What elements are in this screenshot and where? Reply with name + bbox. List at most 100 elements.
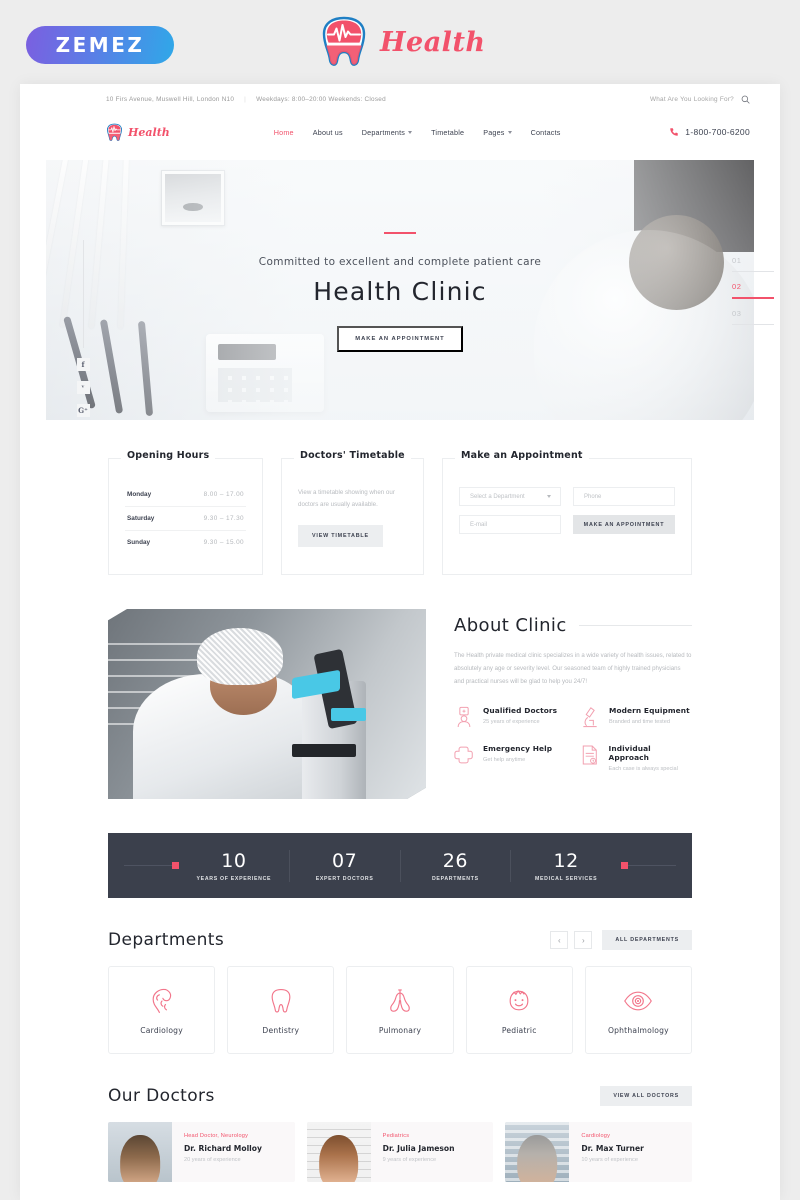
lungs-icon xyxy=(390,988,410,1012)
time-value: 9.30 – 15.00 xyxy=(203,539,244,546)
day-label: Saturday xyxy=(127,515,155,522)
feature-title: Qualified Doctors xyxy=(483,706,558,716)
feature-subtitle: 25 years of experience xyxy=(483,719,540,726)
slider-dot-01[interactable]: 01 xyxy=(732,256,774,272)
doctor-avatar xyxy=(505,1122,570,1182)
opening-hours-row: Sunday 9.30 – 15.00 xyxy=(125,531,246,554)
tooth-heartbeat-logo-icon xyxy=(107,123,122,141)
nav-label: Departments xyxy=(361,127,406,137)
feature-emergency-help: Emergency Help Get help anytime xyxy=(454,744,566,772)
feature-qualified-doctors: Qualified Doctors 25 years of experience xyxy=(454,706,566,728)
nav-item-timetable[interactable]: Timetable xyxy=(431,128,464,137)
phone-input[interactable]: Phone xyxy=(573,487,675,506)
view-all-doctors-button[interactable]: VIEW ALL DOCTORS xyxy=(600,1086,692,1106)
doctor-avatar xyxy=(108,1122,172,1182)
stat-label: YEARS OF EXPERIENCE xyxy=(196,875,272,882)
doctor-card-julia-jameson[interactable]: Pediatrics Dr. Julia Jameson 9 years of … xyxy=(306,1122,494,1182)
document-icon xyxy=(582,745,597,765)
nav-item-home[interactable]: Home xyxy=(274,128,294,137)
nav-item-contacts[interactable]: Contacts xyxy=(531,128,561,137)
twitter-icon[interactable]: ᵛ xyxy=(76,381,90,394)
doctor-icon xyxy=(457,707,471,728)
hero-accent-rule xyxy=(384,232,416,234)
department-name: Dentistry xyxy=(262,1025,300,1035)
stat-label: MEDICAL SERVICES xyxy=(534,875,598,882)
topbar-hours: Weekdays: 8:00–20:00 Weekends: Closed xyxy=(256,95,386,103)
opening-hours-row: Saturday 9.30 – 17.30 xyxy=(125,507,246,531)
doctor-avatar xyxy=(306,1122,371,1182)
doctor-experience: 20 years of experience xyxy=(184,1157,241,1163)
stat-expert-doctors: 07 EXPERT DOCTORS xyxy=(290,849,401,882)
department-card-cardiology[interactable]: Cardiology xyxy=(108,966,216,1054)
tooth-heartbeat-logo-icon xyxy=(322,16,366,66)
feature-subtitle: Each case is always special xyxy=(608,766,678,773)
doctor-card-richard-molloy[interactable]: Head Doctor, Neurology Dr. Richard Mollo… xyxy=(108,1122,295,1182)
site-logo-text: Health xyxy=(128,125,170,139)
chevron-down-icon xyxy=(507,130,512,134)
submit-appointment-button[interactable]: MAKE AN APPOINTMENT xyxy=(573,515,675,534)
nav-item-about-us[interactable]: About us xyxy=(313,128,343,137)
nav-item-pages[interactable]: Pages xyxy=(483,128,512,137)
topbar-divider: | xyxy=(244,95,247,103)
all-departments-button[interactable]: ALL DEPARTMENTS xyxy=(602,930,692,950)
preview-brand-text: Health xyxy=(380,26,486,58)
departments-next-button[interactable]: › xyxy=(574,931,593,949)
department-name: Pediatric xyxy=(501,1025,537,1035)
doctor-info: Pediatrics Dr. Julia Jameson 9 years of … xyxy=(371,1122,465,1182)
about-features: Qualified Doctors 25 years of experience… xyxy=(454,706,692,772)
site-logo[interactable]: Health xyxy=(106,123,170,142)
department-card-pulmonary[interactable]: Pulmonary xyxy=(346,966,454,1054)
stat-number: 26 xyxy=(442,849,468,872)
tooth-icon xyxy=(271,988,291,1013)
doctor-experience: 9 years of experience xyxy=(382,1157,437,1163)
stat-label: DEPARTMENTS xyxy=(431,875,479,882)
doctors-timetable-title: Doctors' Timetable xyxy=(294,450,411,461)
doctor-specialty: Cardiology xyxy=(581,1133,611,1139)
departments-header: Departments ‹ › ALL DEPARTMENTS xyxy=(20,930,780,950)
department-name: Pulmonary xyxy=(378,1025,422,1035)
departments-prev-button[interactable]: ‹ xyxy=(550,931,569,949)
topbar: 10 Firs Avenue, Muswell Hill, London N10… xyxy=(20,84,780,114)
nav-label: Timetable xyxy=(431,127,465,137)
doctor-specialty: Head Doctor, Neurology xyxy=(184,1133,249,1139)
department-select[interactable]: Select a Department xyxy=(459,487,561,506)
stat-number: 07 xyxy=(332,849,358,872)
department-card-dentistry[interactable]: Dentistry xyxy=(227,966,335,1054)
search-icon[interactable] xyxy=(741,95,750,104)
department-card-pediatric[interactable]: Pediatric xyxy=(465,966,573,1054)
email-input[interactable]: E-mail xyxy=(459,515,561,534)
department-card-ophthalmology[interactable]: Ophthalmology xyxy=(584,966,693,1054)
nav-item-departments[interactable]: Departments xyxy=(361,127,413,137)
about-photo xyxy=(108,609,426,799)
doctor-info: Head Doctor, Neurology Dr. Richard Mollo… xyxy=(172,1122,272,1182)
departments-grid: Cardiology Dentistry Pulmonary Pediatric… xyxy=(20,966,780,1054)
facebook-icon[interactable]: f xyxy=(76,358,90,371)
time-value: 9.30 – 17.30 xyxy=(203,515,244,522)
header-phone[interactable]: 1-800-700-6200 xyxy=(669,127,750,137)
opening-hours-list: Monday 8.00 – 17.00 Saturday 9.30 – 17.3… xyxy=(125,483,246,554)
doctor-name: Dr. Julia Jameson xyxy=(382,1144,455,1153)
cross-icon xyxy=(454,746,473,764)
feature-subtitle: Get help anytime xyxy=(483,757,526,764)
phone-icon xyxy=(670,128,679,136)
day-label: Sunday xyxy=(127,539,151,546)
about-text: The Health private medical clinic specia… xyxy=(454,652,692,685)
appointment-form: Select a Department Phone E-mail MAKE AN… xyxy=(459,487,675,534)
stat-number: 12 xyxy=(553,849,579,872)
hero-appointment-button[interactable]: MAKE AN APPOINTMENT xyxy=(337,326,463,352)
slider-dot-03[interactable]: 03 xyxy=(732,309,774,325)
search-input[interactable]: What Are You Looking For? xyxy=(650,96,734,103)
doctor-card-max-turner[interactable]: Cardiology Dr. Max Turner 10 years of ex… xyxy=(505,1122,693,1182)
zemez-badge[interactable]: ZEMEZ xyxy=(26,26,174,64)
info-boxes: Opening Hours Monday 8.00 – 17.00 Saturd… xyxy=(20,450,780,575)
hero-content: Committed to excellent and complete pati… xyxy=(46,232,754,352)
social-rail: f ᵛ G⁺ xyxy=(72,240,94,417)
feature-subtitle: Branded and time tested xyxy=(609,719,670,726)
eye-icon xyxy=(624,991,653,1010)
google-plus-icon[interactable]: G⁺ xyxy=(76,404,90,417)
slider-dot-02[interactable]: 02 xyxy=(732,282,774,299)
hero-section: Committed to excellent and complete pati… xyxy=(20,160,780,420)
department-select-placeholder: Select a Department xyxy=(470,493,525,500)
time-value: 8.00 – 17.00 xyxy=(203,491,244,498)
view-timetable-button[interactable]: VIEW TIMETABLE xyxy=(298,524,383,547)
